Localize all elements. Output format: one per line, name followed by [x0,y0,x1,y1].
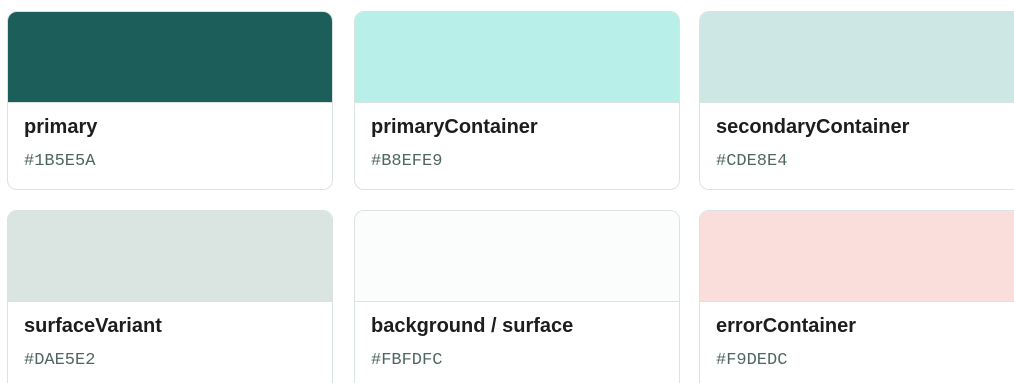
color-swatch [8,211,332,302]
swatch-card-surface-variant: surfaceVariant #DAE5E2 [7,210,333,383]
swatch-name: primary [24,116,98,138]
swatch-hex: #B8EFE9 [371,152,443,171]
swatch-name: background / surface [371,315,574,337]
swatch-hex: #CDE8E4 [716,152,788,171]
swatch-card-primary-container: primaryContainer #B8EFE9 [354,11,680,190]
swatch-hex: #1B5E5A [24,152,96,171]
color-swatch [355,12,679,103]
swatch-name: errorContainer [716,315,857,337]
swatch-card-background-surface: background / surface #FBFDFC [354,210,680,383]
swatch-hex: #FBFDFC [371,351,443,370]
color-swatch [700,12,1014,103]
swatch-name: secondaryContainer [716,116,910,138]
color-swatch [700,211,1014,302]
swatch-card-error-container: errorContainer #F9DEDC [699,210,1014,383]
color-swatch [355,211,679,302]
color-swatch-grid: primary #1B5E5A primaryContainer #B8EFE9… [0,0,1014,383]
swatch-name: primaryContainer [371,116,538,138]
swatch-hex: #F9DEDC [716,351,788,370]
swatch-card-primary: primary #1B5E5A [7,11,333,190]
swatch-card-secondary-container: secondaryContainer #CDE8E4 [699,11,1014,190]
swatch-name: surfaceVariant [24,315,162,337]
swatch-hex: #DAE5E2 [24,351,96,370]
color-swatch [8,12,332,103]
